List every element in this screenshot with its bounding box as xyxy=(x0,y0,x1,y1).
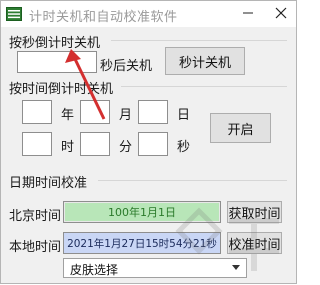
second-input[interactable] xyxy=(138,132,168,156)
skin-select-value: 皮肤选择 xyxy=(70,263,119,277)
local-time-display: 2021年1月27日15时54分21秒 xyxy=(63,232,221,254)
year-input[interactable] xyxy=(22,100,52,124)
title-bar: 计时关机和自动校准软件 xyxy=(1,1,296,27)
hour-label: 时 xyxy=(61,140,75,155)
seconds-after-label: 秒后关机 xyxy=(100,59,153,74)
calibrate-time-button[interactable]: 校准时间 xyxy=(227,232,282,254)
minute-label: 分 xyxy=(119,140,133,155)
countdown-heading: 按秒倒计时关机 xyxy=(9,36,101,51)
minute-input[interactable] xyxy=(80,132,110,156)
local-time-label: 本地时间 xyxy=(9,240,62,255)
divider xyxy=(121,86,287,87)
beijing-time-display: 100年1月1日 xyxy=(63,201,221,223)
day-input[interactable] xyxy=(138,100,168,124)
window-title: 计时关机和自动校准软件 xyxy=(29,10,178,25)
beijing-time-value: 100年1月1日 xyxy=(108,206,176,219)
day-label: 日 xyxy=(177,108,191,123)
skin-select[interactable]: 皮肤选择 xyxy=(63,258,247,278)
chevron-down-icon xyxy=(232,265,240,270)
seconds-shutdown-button[interactable]: 秒计关机 xyxy=(165,47,245,75)
app-icon xyxy=(6,7,22,21)
divider xyxy=(98,180,287,181)
start-button[interactable]: 开启 xyxy=(210,113,271,143)
close-button[interactable] xyxy=(266,1,296,25)
year-label: 年 xyxy=(61,108,75,123)
timed-heading: 按时间倒计时关机 xyxy=(9,82,114,97)
divider xyxy=(111,40,287,41)
calibrate-heading: 日期时间校准 xyxy=(9,176,88,191)
minimize-button[interactable] xyxy=(233,1,263,25)
seconds-input[interactable] xyxy=(17,51,97,73)
hour-input[interactable] xyxy=(22,132,52,156)
month-input[interactable] xyxy=(80,100,110,124)
second-label: 秒 xyxy=(177,140,191,155)
fetch-time-button[interactable]: 获取时间 xyxy=(227,201,282,223)
beijing-time-label: 北京时间 xyxy=(9,209,62,224)
month-label: 月 xyxy=(119,108,133,123)
local-time-value: 2021年1月27日15时54分21秒 xyxy=(67,237,217,250)
app-window: 计时关机和自动校准软件 按秒倒计时关机 秒后关机 秒计关机 按时间倒计时关机 年… xyxy=(0,0,297,284)
